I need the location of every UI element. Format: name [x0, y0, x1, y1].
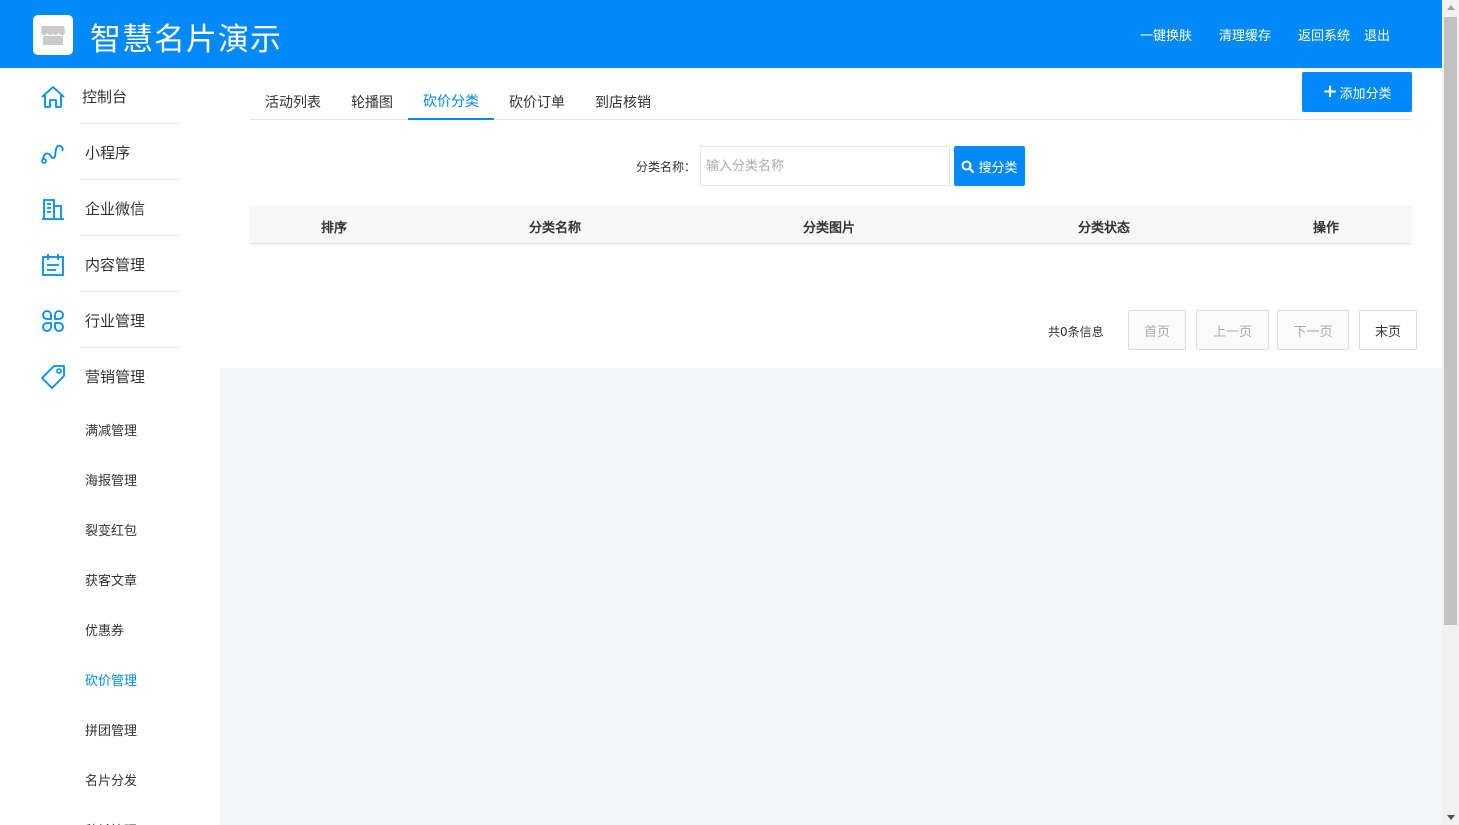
- add-category-button[interactable]: + 添加分类: [1302, 72, 1412, 112]
- tab-bargain-category[interactable]: 砍价分类: [408, 84, 494, 120]
- pagination: 共0条信息 首页 上一页 下一页 末页: [220, 310, 1442, 350]
- sidebar-sub-item[interactable]: 拼团管理: [0, 704, 220, 754]
- sidebar-sub-item[interactable]: 满减管理: [0, 404, 220, 454]
- scroll-down-arrow-icon[interactable]: [1447, 815, 1455, 820]
- column-header-actions[interactable]: 操作: [1313, 217, 1339, 236]
- sidebar-sub-item[interactable]: 名片分发: [0, 754, 220, 804]
- sidebar-item-label: 营销管理: [85, 367, 146, 386]
- sidebar-item-label: 行业管理: [85, 311, 146, 330]
- sidebar-sub-item[interactable]: 裂变红包: [0, 504, 220, 554]
- last-page-button[interactable]: 末页: [1359, 310, 1417, 350]
- search-input[interactable]: [700, 146, 950, 186]
- logout-link[interactable]: 退出: [1364, 25, 1390, 44]
- sidebar-item-console[interactable]: 控制台: [0, 68, 220, 124]
- logo: [33, 15, 73, 55]
- scroll-up-arrow-icon[interactable]: [1447, 5, 1455, 10]
- tab-bargain-orders[interactable]: 砍价订单: [494, 84, 580, 120]
- plus-icon: +: [1322, 81, 1338, 102]
- sidebar-item-label: 控制台: [82, 87, 128, 106]
- page-scrollbar[interactable]: [1442, 0, 1459, 825]
- main-content: 活动列表 轮播图 砍价分类 砍价订单 到店核销 + 添加分类 分类名称： 搜分类…: [220, 68, 1442, 825]
- return-system-link[interactable]: 返回系统: [1298, 25, 1350, 44]
- sidebar-sub-item-active[interactable]: 砍价管理: [0, 654, 220, 704]
- sidebar-item-industry[interactable]: 行业管理: [0, 292, 220, 348]
- sidebar: 控制台 小程序 企业微信 内容管理 行业管理 营销管理 满减管理 海报管理 裂变…: [0, 68, 220, 825]
- search-label: 分类名称：: [636, 160, 697, 174]
- header-links: 一键换肤 清理缓存 返回系统 退出: [1113, 25, 1390, 44]
- table-header: 排序 分类名称 分类图片 分类状态 操作: [250, 206, 1412, 244]
- scrollbar-thumb[interactable]: [1444, 17, 1457, 625]
- column-header-name[interactable]: 分类名称: [529, 217, 581, 236]
- search-icon: [961, 160, 975, 173]
- skin-switch-link[interactable]: 一键换肤: [1140, 25, 1192, 44]
- tab-carousel[interactable]: 轮播图: [336, 84, 408, 120]
- column-header-status[interactable]: 分类状态: [1078, 217, 1130, 236]
- sidebar-item-miniprogram[interactable]: 小程序: [0, 124, 220, 180]
- app-title: 智慧名片演示: [90, 22, 282, 58]
- sidebar-item-wecom[interactable]: 企业微信: [0, 180, 220, 236]
- sidebar-item-content[interactable]: 内容管理: [0, 236, 220, 292]
- search-button[interactable]: 搜分类: [954, 146, 1025, 186]
- calendar-icon: [42, 254, 64, 276]
- link-icon: [41, 144, 64, 164]
- next-page-button[interactable]: 下一页: [1277, 310, 1349, 350]
- tab-bar: 活动列表 轮播图 砍价分类 砍价订单 到店核销: [250, 84, 1412, 120]
- column-header-image[interactable]: 分类图片: [803, 217, 855, 236]
- tab-store-verify[interactable]: 到店核销: [580, 84, 666, 120]
- sidebar-sub-item[interactable]: 优惠券: [0, 604, 220, 654]
- sidebar-sub-item[interactable]: 秒杀管理: [0, 804, 220, 825]
- add-category-label: 添加分类: [1339, 86, 1392, 102]
- tag-icon: [41, 365, 65, 389]
- sidebar-item-marketing[interactable]: 营销管理: [0, 348, 220, 404]
- sidebar-item-label: 企业微信: [85, 199, 146, 218]
- pager-total-info: 共0条信息: [1048, 325, 1104, 339]
- search-button-label: 搜分类: [978, 160, 1018, 176]
- sidebar-sub-item[interactable]: 海报管理: [0, 454, 220, 504]
- sidebar-sub-item[interactable]: 获客文章: [0, 554, 220, 604]
- sidebar-item-label: 内容管理: [85, 255, 146, 274]
- building-icon: [42, 199, 64, 220]
- store-icon: [41, 26, 65, 45]
- sidebar-item-label: 小程序: [85, 143, 131, 162]
- prev-page-button[interactable]: 上一页: [1196, 310, 1269, 350]
- top-header: 智慧名片演示 一键换肤 清理缓存 返回系统 退出: [0, 0, 1442, 68]
- tab-activity-list[interactable]: 活动列表: [250, 84, 336, 120]
- grid-icon: [42, 310, 64, 332]
- home-icon: [41, 86, 65, 108]
- first-page-button[interactable]: 首页: [1128, 310, 1186, 350]
- clear-cache-link[interactable]: 清理缓存: [1219, 25, 1271, 44]
- search-row: 分类名称： 搜分类: [220, 146, 1442, 186]
- content-panel: 活动列表 轮播图 砍价分类 砍价订单 到店核销 + 添加分类 分类名称： 搜分类…: [220, 68, 1442, 368]
- column-header-sort[interactable]: 排序: [321, 217, 347, 236]
